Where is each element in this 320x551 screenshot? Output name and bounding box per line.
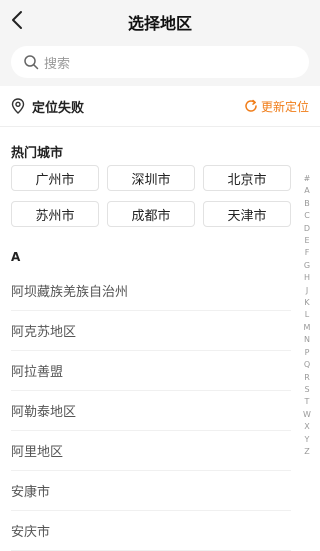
hot-city-button[interactable]: 深圳市: [107, 165, 195, 191]
location-status: 定位失败: [32, 101, 85, 116]
index-letter[interactable]: F: [305, 247, 310, 259]
list-item[interactable]: 安庆市: [11, 511, 291, 551]
index-letter[interactable]: S: [304, 384, 309, 396]
index-letter[interactable]: H: [304, 272, 310, 284]
index-letter[interactable]: W: [303, 409, 311, 421]
index-letter[interactable]: X: [304, 421, 309, 433]
search-bar-container: 搜索: [0, 40, 320, 86]
hot-city-button[interactable]: 广州市: [11, 165, 99, 191]
hot-cities-grid: 广州市 深圳市 北京市 苏州市 成都市 天津市: [11, 165, 291, 227]
list-item[interactable]: 阿里地区: [11, 431, 291, 471]
search-icon: [24, 55, 39, 70]
list-item[interactable]: 阿拉善盟: [11, 351, 291, 391]
search-input[interactable]: 搜索: [11, 46, 309, 78]
index-letter[interactable]: Z: [304, 446, 309, 458]
refresh-location-button[interactable]: 更新定位: [244, 96, 309, 116]
list-item[interactable]: 阿坝藏族羌族自治州: [11, 271, 291, 311]
index-letter[interactable]: B: [304, 198, 310, 210]
hot-city-button[interactable]: 北京市: [203, 165, 291, 191]
hot-cities-title: 热门城市: [11, 146, 64, 161]
alphabet-index[interactable]: # A B C D E F G H J K L M N P Q R S T W …: [300, 173, 314, 458]
index-letter[interactable]: R: [304, 372, 310, 384]
index-letter[interactable]: #: [304, 173, 311, 185]
index-letter[interactable]: G: [304, 260, 310, 272]
list-item[interactable]: 阿克苏地区: [11, 311, 291, 351]
index-letter[interactable]: Y: [305, 434, 310, 446]
index-letter[interactable]: T: [305, 396, 310, 408]
section-letter-header: A: [11, 250, 21, 264]
index-letter[interactable]: N: [304, 334, 310, 346]
hot-city-button[interactable]: 成都市: [107, 201, 195, 227]
list-item[interactable]: 阿勒泰地区: [11, 391, 291, 431]
index-letter[interactable]: D: [304, 223, 310, 235]
index-letter[interactable]: P: [305, 347, 310, 359]
header: 选择地区: [0, 0, 320, 40]
list-item[interactable]: 安康市: [11, 471, 291, 511]
index-letter[interactable]: L: [305, 309, 309, 321]
refresh-location-label: 更新定位: [260, 99, 309, 114]
search-placeholder: 搜索: [44, 57, 71, 72]
index-letter[interactable]: C: [304, 210, 310, 222]
index-letter[interactable]: A: [304, 185, 309, 197]
index-letter[interactable]: M: [304, 322, 311, 334]
city-list: 阿坝藏族羌族自治州 阿克苏地区 阿拉善盟 阿勒泰地区 阿里地区 安康市 安庆市: [11, 271, 291, 551]
refresh-icon: [245, 99, 257, 112]
index-letter[interactable]: E: [304, 235, 309, 247]
index-letter[interactable]: Q: [304, 359, 310, 371]
hot-city-button[interactable]: 苏州市: [11, 201, 99, 227]
location-pin-icon: [11, 98, 25, 114]
hot-city-button[interactable]: 天津市: [203, 201, 291, 227]
location-bar: 定位失败 更新定位: [0, 86, 320, 127]
index-letter[interactable]: J: [306, 285, 308, 297]
page-title: 选择地区: [127, 14, 192, 33]
index-letter[interactable]: K: [304, 297, 309, 309]
